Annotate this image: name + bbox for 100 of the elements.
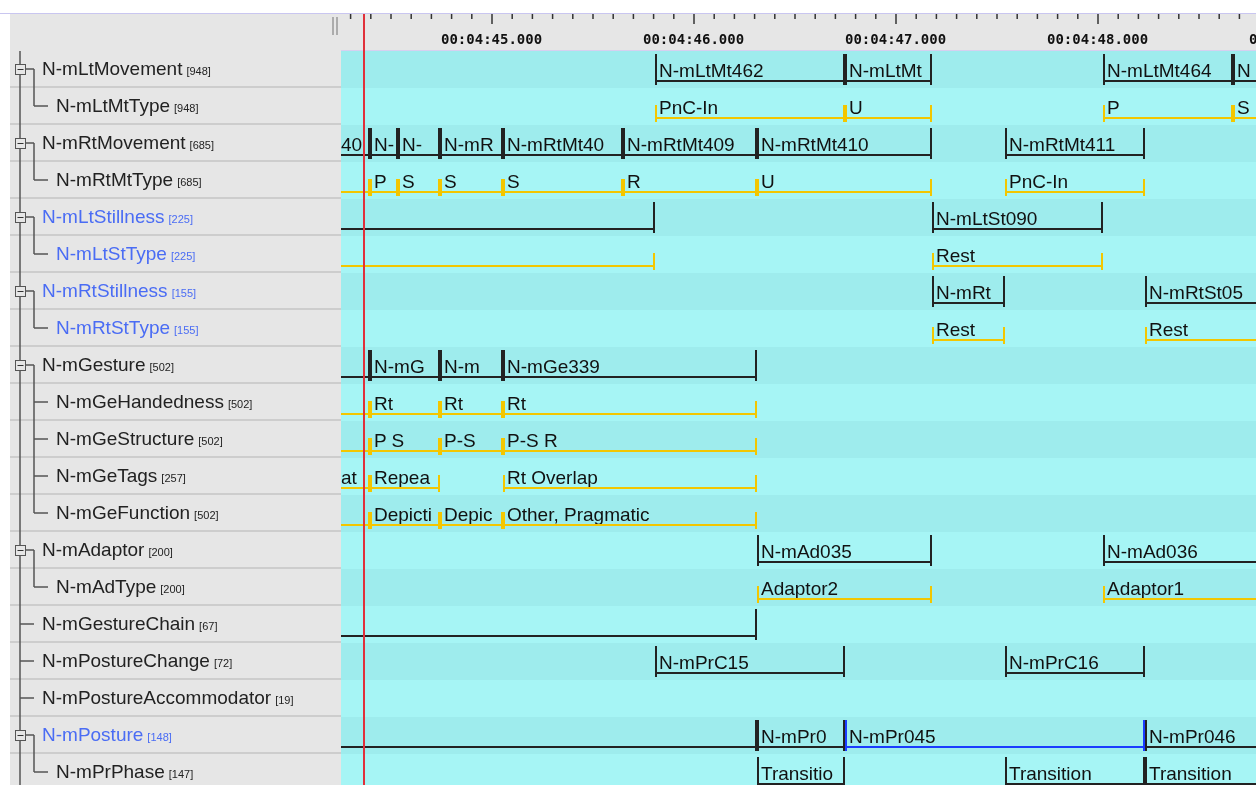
collapse-icon[interactable]	[15, 545, 26, 556]
annotation[interactable]: N-mG	[370, 350, 440, 381]
annotation[interactable]: N-mRtSt05	[1145, 276, 1256, 307]
annotation[interactable]: N-mRtMt40	[503, 128, 623, 159]
tree-line	[19, 680, 35, 717]
annotation[interactable]: U	[757, 165, 932, 196]
tier-name[interactable]: N-mRtMovement	[42, 132, 186, 154]
annotation-line[interactable]	[341, 609, 757, 640]
annotation-count: [225]	[170, 250, 196, 262]
annotation[interactable]: S	[503, 165, 623, 196]
tier-name[interactable]: N-mLtStType	[56, 243, 167, 265]
annotation[interactable]: Adaptor2	[757, 572, 932, 603]
tier-name[interactable]: N-mRtStType	[56, 317, 171, 339]
annotation[interactable]: Other, Pragmatic	[503, 498, 757, 529]
annotation[interactable]: N-mLtMt464	[1103, 54, 1233, 85]
tier-name[interactable]: N-mPrPhase	[56, 761, 165, 783]
annotation[interactable]: N-mLtMt462	[655, 54, 845, 85]
annotation[interactable]: Transition	[1005, 757, 1145, 785]
annotation[interactable]: N-mPrC16	[1005, 646, 1145, 677]
annotation-count: [155]	[174, 324, 199, 336]
annotation[interactable]: P	[370, 165, 398, 196]
annotation-count: [502]	[198, 435, 223, 447]
annotation[interactable]: Rt	[370, 387, 440, 418]
annotation[interactable]: N-	[398, 128, 440, 159]
annotation[interactable]: Rt Overlap	[503, 461, 757, 492]
annotation[interactable]: N-mLtSt090	[932, 202, 1103, 233]
tier-name[interactable]: N-mGesture	[42, 354, 146, 376]
annotation-count: [685]	[189, 139, 215, 151]
annotation[interactable]: P S	[370, 424, 440, 455]
tier-name[interactable]: N-mGestureChain	[42, 613, 196, 635]
annotation-line[interactable]	[341, 202, 655, 233]
annotation-count: [200]	[148, 546, 173, 558]
annotation[interactable]: P	[1103, 91, 1233, 122]
tier-name[interactable]: N-mLtMovement	[42, 58, 183, 80]
tier-name[interactable]: N-mPostureChange	[42, 650, 210, 672]
annotation[interactable]: S	[1233, 91, 1256, 122]
annotation[interactable]: at	[341, 461, 370, 492]
annotation[interactable]: N	[1233, 54, 1256, 85]
time-label: 00:04:47.000	[845, 31, 947, 47]
tier-name[interactable]: N-mGeStructure	[56, 428, 195, 450]
tier-name[interactable]: N-mRtMtType	[56, 169, 174, 191]
annotation[interactable]: N-mAd035	[757, 535, 932, 566]
tier-name[interactable]: N-mAdType	[56, 576, 157, 598]
annotation[interactable]: R	[623, 165, 757, 196]
tier-name[interactable]: N-mLtMtType	[56, 95, 171, 117]
annotation-count: [147]	[168, 768, 194, 780]
tier-name[interactable]: N-mGeFunction	[56, 502, 191, 524]
annotation[interactable]: N-mGe339	[503, 350, 757, 381]
annotation[interactable]: Adaptor1	[1103, 572, 1256, 603]
tier-name[interactable]: N-mLtStillness	[42, 206, 165, 228]
annotation[interactable]: Transition	[1145, 757, 1256, 785]
annotation[interactable]: N-mPr046	[1145, 720, 1256, 751]
annotation[interactable]: S	[440, 165, 503, 196]
annotation[interactable]: Transitio	[757, 757, 845, 785]
annotation-count: [225]	[168, 213, 193, 225]
tier-name[interactable]: N-mGeTags	[56, 465, 158, 487]
tier-name[interactable]: N-mPosture	[42, 724, 144, 746]
annotation[interactable]: Rest	[932, 239, 1103, 270]
collapse-icon[interactable]	[15, 138, 26, 149]
annotation[interactable]: N-mAd036	[1103, 535, 1256, 566]
annotation[interactable]: N-mPrC15	[655, 646, 845, 677]
time-ruler[interactable]: 00:04:45.000 00:04:46.000 00:04:47.000 00:04:48.000 0	[341, 14, 1256, 51]
annotation[interactable]: Repea	[370, 461, 440, 492]
annotation[interactable]: N-mRtMt411	[1005, 128, 1145, 159]
annotation[interactable]: 40	[341, 128, 370, 159]
collapse-icon[interactable]	[15, 64, 26, 75]
annotation[interactable]: N-mRtMt410	[757, 128, 932, 159]
collapse-icon[interactable]	[15, 360, 26, 371]
annotation-count: [148]	[147, 731, 172, 743]
tier-name[interactable]: N-mRtStillness	[42, 280, 168, 302]
tier-name[interactable]: N-mGeHandedness	[56, 391, 224, 413]
tier-name[interactable]: N-mAdaptor	[42, 539, 145, 561]
annotation[interactable]: N-mPr045	[845, 720, 1145, 751]
annotation[interactable]: U	[845, 91, 932, 122]
annotation[interactable]: N-m	[440, 350, 503, 381]
annotation[interactable]: N-mRt	[932, 276, 1005, 307]
annotation[interactable]: N-mPr0	[757, 720, 845, 751]
annotation[interactable]: PnC-In	[655, 91, 845, 122]
annotation[interactable]: Depicti	[370, 498, 440, 529]
annotation-line[interactable]	[341, 720, 757, 751]
annotation[interactable]: N-mR	[440, 128, 503, 159]
annotation[interactable]: Rest	[1145, 313, 1256, 344]
collapse-icon[interactable]	[15, 286, 26, 297]
annotation[interactable]: Rest	[932, 313, 1005, 344]
collapse-icon[interactable]	[15, 212, 26, 223]
annotation[interactable]: N-mRtMt409	[623, 128, 757, 159]
annotation[interactable]: PnC-In	[1005, 165, 1145, 196]
annotation[interactable]: S	[398, 165, 440, 196]
annotation[interactable]: Rt	[503, 387, 757, 418]
annotation[interactable]: Depic	[440, 498, 503, 529]
annotation[interactable]: P-S R	[503, 424, 757, 455]
annotation-line[interactable]	[341, 350, 370, 381]
annotation[interactable]: P-S	[440, 424, 503, 455]
annotation-count: [948]	[186, 65, 211, 77]
annotation[interactable]: N-mLtMt	[845, 54, 932, 85]
annotation[interactable]: N-	[370, 128, 398, 159]
tier-name[interactable]: N-mPostureAccommodator	[42, 687, 272, 709]
collapse-icon[interactable]	[15, 730, 26, 741]
splitter-handle-icon[interactable]	[332, 17, 338, 35]
annotation[interactable]: Rt	[440, 387, 503, 418]
